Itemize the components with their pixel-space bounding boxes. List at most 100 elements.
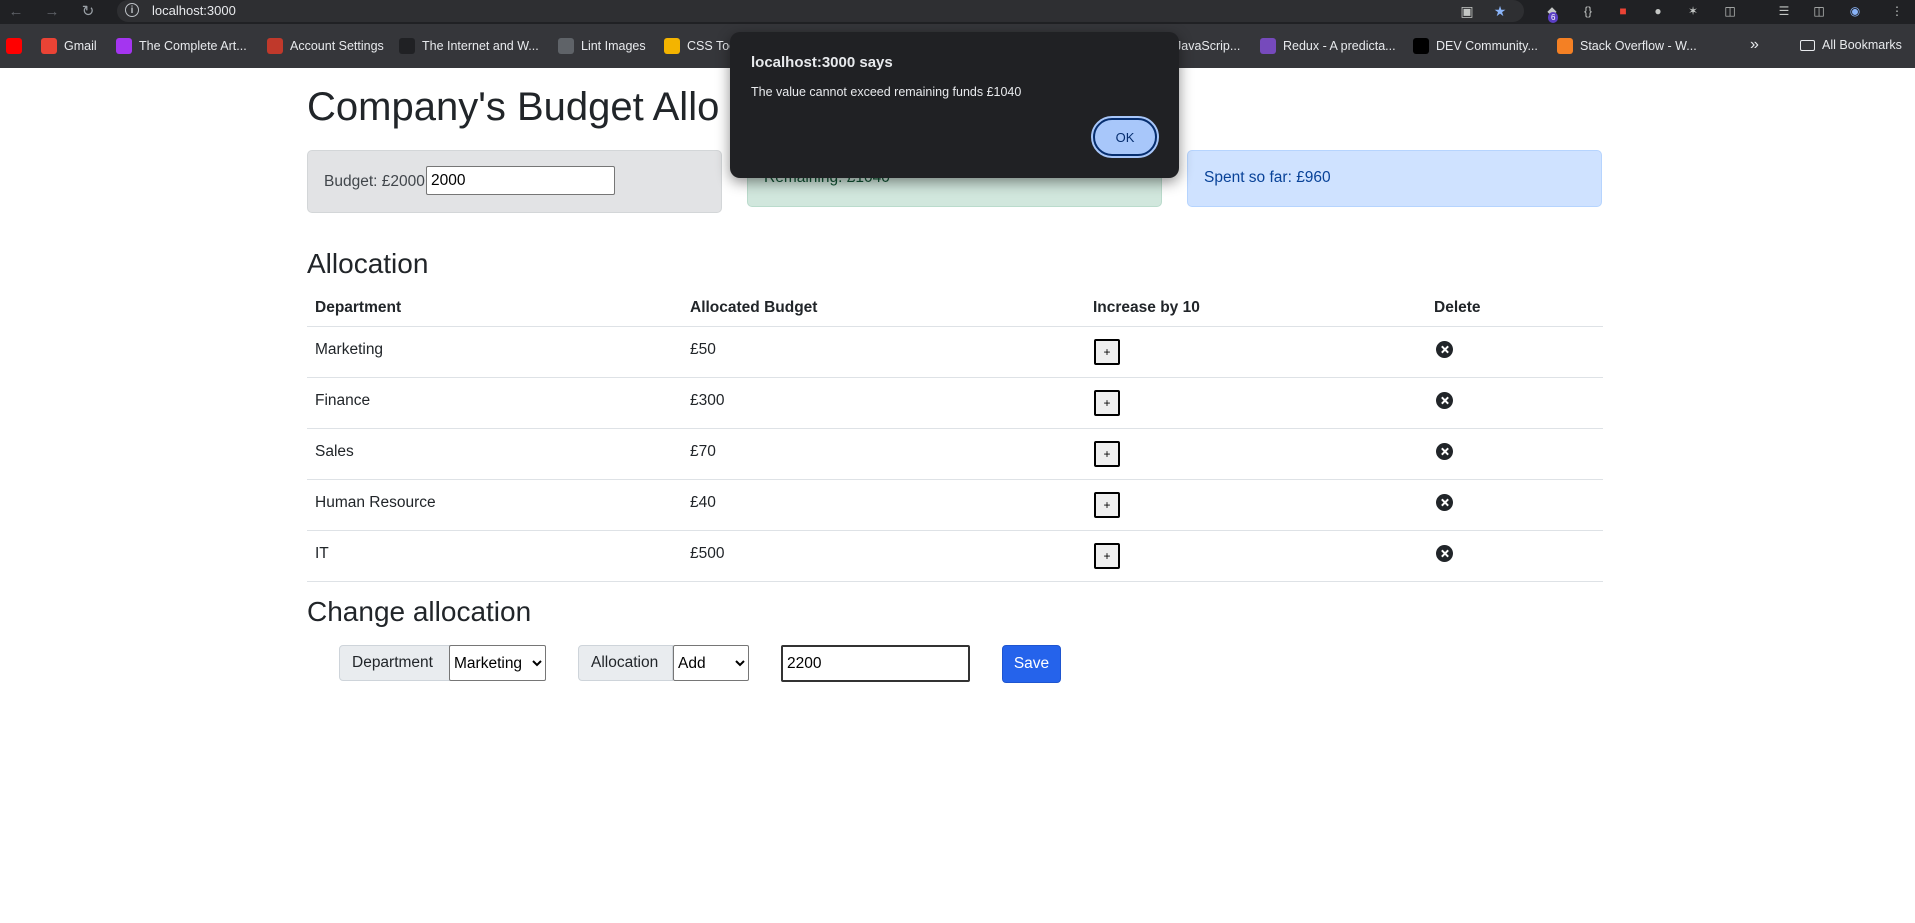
site-info-icon[interactable]: i bbox=[125, 3, 139, 17]
more-bookmarks-icon[interactable]: » bbox=[1750, 36, 1759, 54]
department-cell: Human Resource bbox=[307, 479, 682, 531]
table-row: Human Resource £40 + bbox=[307, 479, 1603, 531]
bookmark-label: CSS Too bbox=[687, 39, 737, 53]
extension-bulb-icon[interactable]: ● bbox=[1649, 2, 1667, 20]
increase-cell: + bbox=[1085, 530, 1426, 582]
bookmark-label: Redux - A predicta... bbox=[1283, 39, 1396, 53]
alert-ok-button[interactable]: OK bbox=[1091, 116, 1159, 158]
delete-cell bbox=[1426, 428, 1603, 480]
dev-icon bbox=[1413, 38, 1429, 54]
back-icon[interactable]: ← bbox=[6, 2, 26, 22]
extension-bug-icon[interactable]: ✶ bbox=[1684, 2, 1702, 20]
allocation-label: Allocation bbox=[578, 645, 673, 681]
column-header-delete: Delete bbox=[1426, 290, 1603, 327]
save-button[interactable]: Save bbox=[1002, 645, 1061, 683]
increase-button[interactable]: + bbox=[1094, 492, 1120, 518]
delete-icon[interactable] bbox=[1436, 494, 1453, 511]
bookmark-item[interactable]: The Complete Art... bbox=[116, 38, 247, 54]
allocated-budget-cell: £50 bbox=[682, 326, 1085, 378]
bookmark-star-icon[interactable]: ★ bbox=[1490, 1, 1510, 21]
gmail-icon bbox=[41, 38, 57, 54]
bookmark-label: Lint Images bbox=[581, 39, 646, 53]
table-header-row: Department Allocated Budget Increase by … bbox=[307, 290, 1603, 327]
youtube-icon bbox=[6, 38, 22, 54]
bookmark-label: The Complete Art... bbox=[139, 39, 247, 53]
bookmark-label: The Internet and W... bbox=[422, 39, 539, 53]
bookmark-item[interactable]: CSS Too bbox=[664, 38, 736, 54]
budget-label: Budget: £2000 bbox=[324, 173, 425, 190]
increase-button[interactable]: + bbox=[1094, 543, 1120, 569]
url-text[interactable]: localhost:3000 bbox=[152, 3, 236, 18]
delete-cell bbox=[1426, 377, 1603, 429]
bookmark-label: Account Settings bbox=[290, 39, 384, 53]
redux-icon bbox=[1260, 38, 1276, 54]
allocation-type-select[interactable]: Add bbox=[673, 645, 749, 681]
table-row: Sales £70 + bbox=[307, 428, 1603, 480]
address-bar[interactable]: i localhost:3000 ▣ ★ bbox=[117, 0, 1524, 22]
bookmark-item[interactable]: Gmail bbox=[41, 38, 97, 54]
budget-card: Budget: £2000 bbox=[307, 150, 722, 213]
delete-icon[interactable] bbox=[1436, 443, 1453, 460]
budget-input[interactable] bbox=[426, 166, 615, 195]
globe-icon bbox=[558, 38, 574, 54]
side-panel-icon[interactable]: ◫ bbox=[1810, 2, 1828, 20]
change-allocation-heading: Change allocation bbox=[307, 596, 532, 627]
bookmark-item[interactable]: Lint Images bbox=[558, 38, 646, 54]
cost-input[interactable] bbox=[781, 645, 970, 682]
delete-icon[interactable] bbox=[1436, 545, 1453, 562]
stackoverflow-icon bbox=[1557, 38, 1573, 54]
bookmark-label: JavaScrip... bbox=[1175, 39, 1241, 53]
allocated-budget-cell: £300 bbox=[682, 377, 1085, 429]
department-cell: Sales bbox=[307, 428, 682, 480]
delete-cell bbox=[1426, 326, 1603, 378]
bookmark-item[interactable]: Redux - A predicta... bbox=[1260, 38, 1396, 54]
department-select[interactable]: Marketing bbox=[449, 645, 546, 681]
increase-cell: + bbox=[1085, 428, 1426, 480]
delete-icon[interactable] bbox=[1436, 392, 1453, 409]
delete-cell bbox=[1426, 530, 1603, 582]
globe-dark-icon bbox=[399, 38, 415, 54]
bookmark-item[interactable] bbox=[6, 38, 29, 54]
reload-icon[interactable]: ↻ bbox=[78, 2, 98, 22]
table-row: Finance £300 + bbox=[307, 377, 1603, 429]
extension-brackets-icon[interactable]: {} bbox=[1579, 2, 1597, 20]
extension-red-icon[interactable]: ■ bbox=[1614, 2, 1632, 20]
increase-button[interactable]: + bbox=[1094, 339, 1120, 365]
all-bookmarks-button[interactable]: All Bookmarks bbox=[1800, 38, 1902, 52]
all-bookmarks-label: All Bookmarks bbox=[1822, 38, 1902, 52]
column-header-department: Department bbox=[307, 290, 682, 327]
extension-badge: 6 bbox=[1548, 12, 1559, 23]
allocated-budget-cell: £40 bbox=[682, 479, 1085, 531]
allocation-table: Department Allocated Budget Increase by … bbox=[307, 290, 1603, 582]
department-label: Department bbox=[339, 645, 450, 681]
media-control-icon[interactable]: ☰ bbox=[1775, 2, 1793, 20]
increase-cell: + bbox=[1085, 377, 1426, 429]
bookmark-item[interactable]: The Internet and W... bbox=[399, 38, 539, 54]
forward-icon[interactable]: → bbox=[42, 2, 62, 22]
bookmark-label: Gmail bbox=[64, 39, 97, 53]
department-cell: IT bbox=[307, 530, 682, 582]
folder-icon bbox=[1800, 39, 1815, 51]
table-row: IT £500 + bbox=[307, 530, 1603, 582]
alert-title: localhost:3000 says bbox=[751, 54, 893, 71]
css-icon bbox=[664, 38, 680, 54]
delete-cell bbox=[1426, 479, 1603, 531]
bookmark-item[interactable]: Stack Overflow - W... bbox=[1557, 38, 1697, 54]
allocation-heading: Allocation bbox=[307, 248, 429, 279]
increase-button[interactable]: + bbox=[1094, 441, 1120, 467]
profile-avatar-icon[interactable]: ◉ bbox=[1846, 2, 1864, 20]
extensions-puzzle-icon[interactable]: ◫ bbox=[1721, 2, 1739, 20]
bookmark-label: DEV Community... bbox=[1436, 39, 1538, 53]
delete-icon[interactable] bbox=[1436, 341, 1453, 358]
increase-button[interactable]: + bbox=[1094, 390, 1120, 416]
alert-dialog: localhost:3000 says The value cannot exc… bbox=[730, 32, 1179, 178]
bookmark-item[interactable]: Account Settings bbox=[267, 38, 384, 54]
bookmark-item[interactable]: DEV Community... bbox=[1413, 38, 1538, 54]
allocation-table-body: Marketing £50 + Finance £300 + Sales £70 + Human … bbox=[307, 326, 1603, 582]
department-cell: Marketing bbox=[307, 326, 682, 378]
browser-toolbar: ← → ↻ i localhost:3000 ▣ ★ ◆ 6 {} ■ ● ✶ … bbox=[0, 0, 1915, 24]
increase-cell: + bbox=[1085, 326, 1426, 378]
menu-icon[interactable]: ⋮ bbox=[1888, 2, 1906, 20]
install-app-icon[interactable]: ▣ bbox=[1457, 1, 1477, 21]
allocated-budget-cell: £500 bbox=[682, 530, 1085, 582]
